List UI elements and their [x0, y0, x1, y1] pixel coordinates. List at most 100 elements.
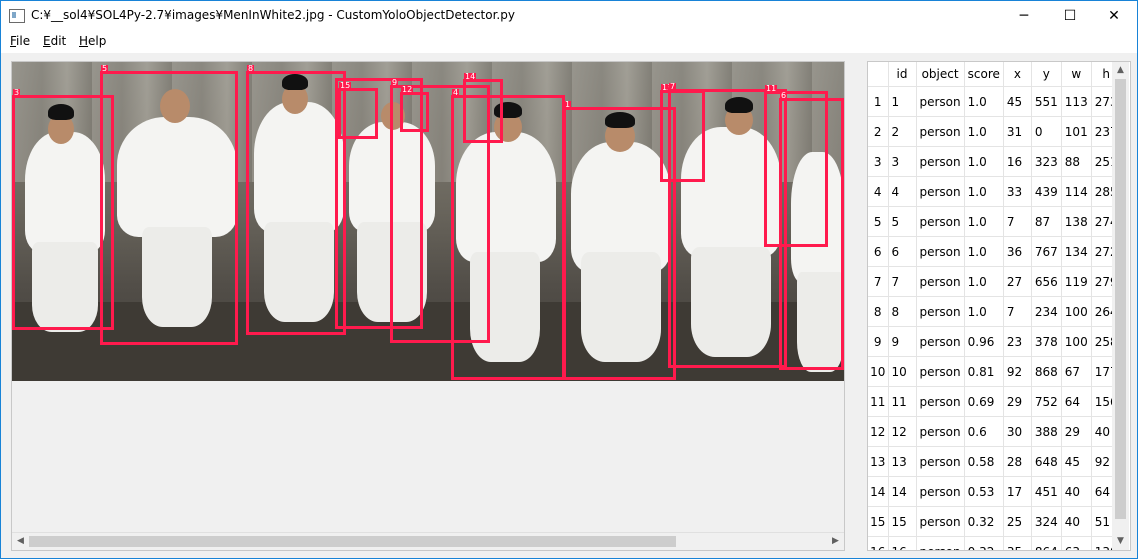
cell-id[interactable]: 8: [888, 296, 917, 327]
row-header[interactable]: 10: [868, 356, 889, 387]
cell-id[interactable]: 1: [888, 86, 917, 117]
cell-id[interactable]: 5: [888, 206, 917, 237]
cell-w[interactable]: 100: [1061, 326, 1092, 357]
table-row[interactable]: 1616person0.323586463130: [868, 536, 1122, 550]
image-view-pane[interactable]: 3 5 8 15 9 12 4 14 1 13 7 11 6 ◀ ▶: [11, 61, 845, 551]
table-row[interactable]: 12 12 person 0.6 30 388 29 40: [868, 416, 1122, 447]
cell-w[interactable]: 63: [1061, 536, 1092, 550]
cell-id[interactable]: 16: [888, 536, 917, 550]
table-row[interactable]: 14 14 person 0.53 17 451 40 64: [868, 476, 1122, 507]
scroll-left-arrow-icon[interactable]: ◀: [12, 533, 29, 550]
cell-object[interactable]: person: [916, 326, 965, 357]
cell-score[interactable]: 1.0: [964, 176, 1004, 207]
cell-w[interactable]: 29: [1061, 416, 1092, 447]
cell-x[interactable]: 7: [1003, 206, 1032, 237]
cell-x[interactable]: 17: [1003, 476, 1032, 507]
cell-id[interactable]: 6: [888, 236, 917, 267]
cell-w[interactable]: 113: [1061, 86, 1092, 117]
cell-w[interactable]: 119: [1061, 266, 1092, 297]
vertical-scroll-thumb[interactable]: [1115, 79, 1126, 519]
cell-score[interactable]: 0.58: [964, 446, 1004, 477]
cell-score[interactable]: 1.0: [964, 116, 1004, 147]
column-header-w[interactable]: w: [1061, 62, 1092, 87]
cell-w[interactable]: 114: [1061, 176, 1092, 207]
cell-y[interactable]: 378: [1031, 326, 1062, 357]
cell-y[interactable]: 0: [1031, 116, 1062, 147]
row-header[interactable]: 7: [868, 266, 889, 297]
cell-score[interactable]: 0.6: [964, 416, 1004, 447]
row-header[interactable]: 2: [868, 116, 889, 147]
cell-x[interactable]: 29: [1003, 386, 1032, 417]
cell-id[interactable]: 15: [888, 506, 917, 537]
table-row[interactable]: 11 11 person 0.69 29 752 64 156: [868, 386, 1122, 417]
cell-y[interactable]: 767: [1031, 236, 1062, 267]
cell-object[interactable]: person: [916, 536, 965, 550]
menu-edit[interactable]: Edit: [43, 34, 66, 48]
cell-object[interactable]: person: [916, 386, 965, 417]
cell-y[interactable]: 752: [1031, 386, 1062, 417]
table-row[interactable]: 4 4 person 1.0 33 439 114 285: [868, 176, 1122, 207]
detection-table-pane[interactable]: id object score x y w h 1 1 person 1.0 45 551…: [867, 61, 1131, 551]
cell-x[interactable]: 45: [1003, 86, 1032, 117]
cell-id[interactable]: 7: [888, 266, 917, 297]
cell-score[interactable]: 0.96: [964, 326, 1004, 357]
cell-object[interactable]: person: [916, 116, 965, 147]
cell-id[interactable]: 11: [888, 386, 917, 417]
column-header-x[interactable]: x: [1003, 62, 1032, 87]
cell-w[interactable]: 40: [1061, 476, 1092, 507]
column-header-object[interactable]: object: [916, 62, 965, 87]
row-header[interactable]: 9: [868, 326, 889, 357]
cell-w[interactable]: 64: [1061, 386, 1092, 417]
horizontal-scroll-thumb[interactable]: [29, 536, 676, 547]
cell-object[interactable]: person: [916, 206, 965, 237]
cell-y[interactable]: 656: [1031, 266, 1062, 297]
row-header[interactable]: 15: [868, 506, 889, 537]
cell-object[interactable]: person: [916, 86, 965, 117]
cell-w[interactable]: 45: [1061, 446, 1092, 477]
cell-y[interactable]: 324: [1031, 506, 1062, 537]
cell-score[interactable]: 1.0: [964, 296, 1004, 327]
row-header[interactable]: 11: [868, 386, 889, 417]
vertical-scrollbar[interactable]: ▲ ▼: [1112, 62, 1129, 550]
horizontal-scrollbar[interactable]: ◀ ▶: [12, 532, 844, 550]
cell-w[interactable]: 138: [1061, 206, 1092, 237]
cell-score[interactable]: 1.0: [964, 266, 1004, 297]
row-header[interactable]: 14: [868, 476, 889, 507]
cell-y[interactable]: 87: [1031, 206, 1062, 237]
cell-id[interactable]: 14: [888, 476, 917, 507]
cell-y[interactable]: 868: [1031, 356, 1062, 387]
scroll-right-arrow-icon[interactable]: ▶: [827, 533, 844, 550]
table-corner-header[interactable]: [868, 62, 889, 87]
cell-x[interactable]: 27: [1003, 266, 1032, 297]
cell-id[interactable]: 12: [888, 416, 917, 447]
cell-x[interactable]: 92: [1003, 356, 1032, 387]
cell-x[interactable]: 28: [1003, 446, 1032, 477]
cell-id[interactable]: 2: [888, 116, 917, 147]
row-header[interactable]: 16: [868, 536, 889, 550]
cell-object[interactable]: person: [916, 356, 965, 387]
title-bar[interactable]: C:¥__sol4¥SOL4Py-2.7¥images¥MenInWhite2.…: [1, 1, 1137, 31]
table-row[interactable]: 15 15 person 0.32 25 324 40 51: [868, 506, 1122, 537]
cell-object[interactable]: person: [916, 416, 965, 447]
cell-id[interactable]: 3: [888, 146, 917, 177]
cell-score[interactable]: 1.0: [964, 146, 1004, 177]
cell-w[interactable]: 100: [1061, 296, 1092, 327]
row-header[interactable]: 6: [868, 236, 889, 267]
cell-object[interactable]: person: [916, 266, 965, 297]
cell-score[interactable]: 0.32: [964, 536, 1004, 550]
cell-x[interactable]: 31: [1003, 116, 1032, 147]
menu-help[interactable]: Help: [79, 34, 106, 48]
cell-x[interactable]: 30: [1003, 416, 1032, 447]
cell-y[interactable]: 234: [1031, 296, 1062, 327]
cell-w[interactable]: 67: [1061, 356, 1092, 387]
cell-score[interactable]: 0.53: [964, 476, 1004, 507]
cell-score[interactable]: 1.0: [964, 206, 1004, 237]
table-row[interactable]: 13 13 person 0.58 28 648 45 92: [868, 446, 1122, 477]
table-row[interactable]: 10 10 person 0.81 92 868 67 177: [868, 356, 1122, 387]
cell-x[interactable]: 33: [1003, 176, 1032, 207]
cell-y[interactable]: 451: [1031, 476, 1062, 507]
minimize-button[interactable]: ─: [1001, 1, 1047, 31]
cell-id[interactable]: 13: [888, 446, 917, 477]
cell-y[interactable]: 551: [1031, 86, 1062, 117]
cell-w[interactable]: 40: [1061, 506, 1092, 537]
